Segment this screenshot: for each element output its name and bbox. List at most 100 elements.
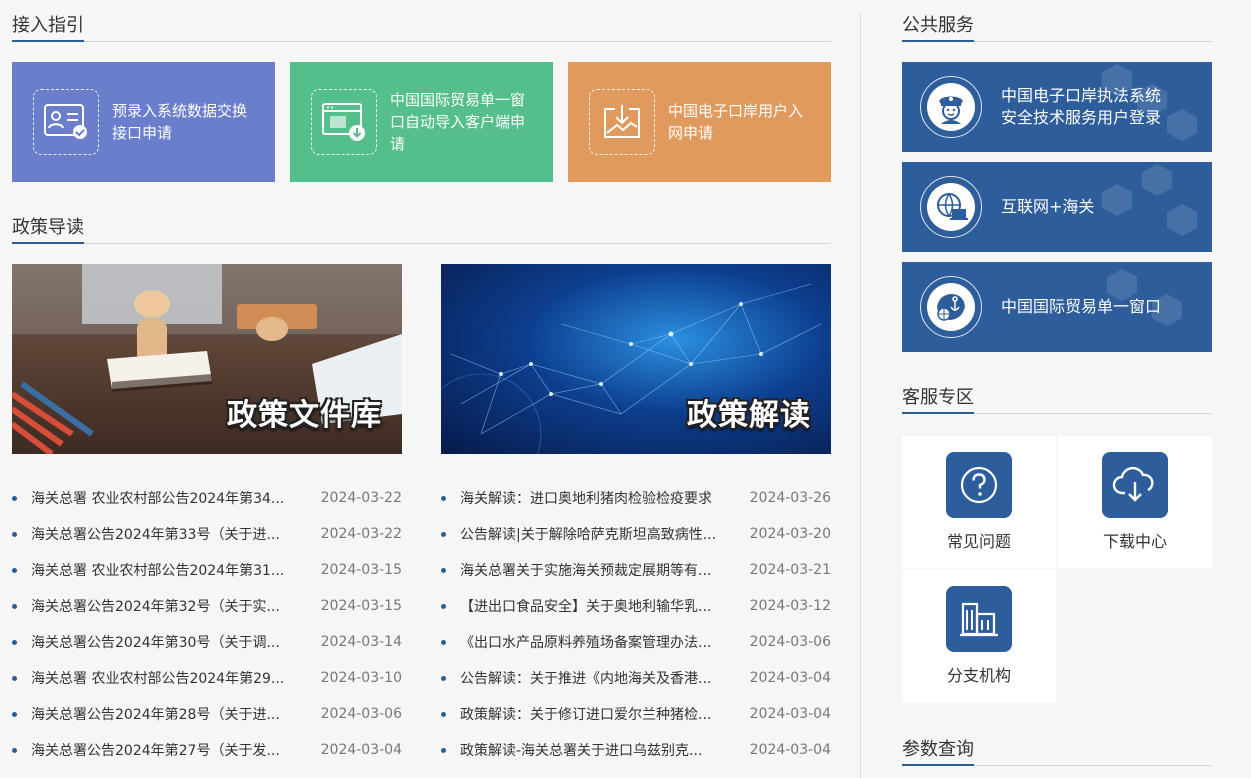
item-title: 海关总署公告2024年第33号（关于进... bbox=[31, 527, 280, 543]
item-title: 海关总署关于实施海关预裁定展期等有... bbox=[460, 563, 712, 579]
list-item[interactable]: 海关总署公告2024年第30号（关于调... 2024-03-14 bbox=[12, 624, 402, 660]
service-label-line1: 互联网+海关 bbox=[1001, 197, 1095, 216]
bullet-icon bbox=[441, 603, 446, 609]
data-exchange-interface-card[interactable]: 预录入系统数据交换接口申请 bbox=[12, 62, 275, 182]
item-title: 海关总署公告2024年第28号（关于进... bbox=[31, 707, 280, 723]
card-label: 预录入系统数据交换接口申请 bbox=[112, 102, 248, 142]
public-services-title: 公共服务 bbox=[902, 11, 974, 42]
access-guide-header: 接入指引 bbox=[12, 0, 831, 42]
column-divider bbox=[860, 12, 861, 778]
item-title: 海关总署公告2024年第27号（关于发... bbox=[31, 743, 280, 759]
access-cards: 预录入系统数据交换接口申请 中国国际贸易单一窗口自动导入客户端申请 中国电子口岸… bbox=[12, 62, 831, 182]
item-title: 海关总署公告2024年第32号（关于实... bbox=[31, 599, 280, 615]
service-label: 互联网+海关 bbox=[1001, 196, 1094, 218]
item-title: 海关解读：进口奥地利猪肉检验检疫要求 bbox=[460, 491, 712, 507]
item-date: 2024-03-06 bbox=[320, 706, 402, 722]
item-date: 2024-03-20 bbox=[749, 526, 831, 542]
list-item[interactable]: 政策解读：关于修订进口爱尔兰种猪检... 2024-03-04 bbox=[441, 696, 831, 732]
access-guide-title: 接入指引 bbox=[12, 11, 84, 42]
list-item[interactable]: 海关解读：进口奥地利猪肉检验检疫要求 2024-03-26 bbox=[441, 480, 831, 516]
hexagon-pattern-icon bbox=[1107, 269, 1182, 326]
item-date: 2024-03-21 bbox=[749, 562, 831, 578]
policy-library-list: 海关总署 农业农村部公告2024年第34... 2024-03-22 海关总署公告… bbox=[12, 480, 402, 768]
item-title: 公告解读：关于推进《内地海关及香港... bbox=[460, 671, 712, 687]
item-title: 海关总署 农业农村部公告2024年第29... bbox=[31, 671, 285, 687]
item-title: 《出口水产品原料养殖场备案管理办法... bbox=[460, 635, 712, 651]
bullet-icon bbox=[441, 747, 446, 753]
bullet-icon bbox=[441, 639, 446, 645]
item-date: 2024-03-14 bbox=[320, 634, 402, 650]
list-item[interactable]: 公告解读|关于解除哈萨克斯坦高致病性... 2024-03-20 bbox=[441, 516, 831, 552]
item-date: 2024-03-10 bbox=[320, 670, 402, 686]
policy-interpretation-banner[interactable]: 政策解读 bbox=[441, 264, 831, 454]
item-date: 2024-03-22 bbox=[320, 526, 402, 542]
police-officer-icon bbox=[920, 76, 982, 138]
bullet-icon bbox=[441, 495, 446, 501]
tray-download-icon bbox=[589, 89, 655, 155]
bullet-icon bbox=[441, 675, 446, 681]
item-date: 2024-03-12 bbox=[749, 598, 831, 614]
customer-service-grid: 常见问题 下载中心 分支机构 bbox=[902, 436, 1212, 702]
list-item[interactable]: 海关总署公告2024年第33号（关于进... 2024-03-22 bbox=[12, 516, 402, 552]
list-item[interactable]: 海关总署公告2024年第32号（关于实... 2024-03-15 bbox=[12, 588, 402, 624]
single-window-trade-link[interactable]: 中国国际贸易单一窗口 bbox=[902, 262, 1212, 352]
policy-library-banner[interactable]: 政策文件库 bbox=[12, 264, 402, 454]
item-date: 2024-03-22 bbox=[320, 490, 402, 506]
bullet-icon bbox=[12, 711, 17, 717]
list-item[interactable]: 海关总署公告2024年第27号（关于发... 2024-03-04 bbox=[12, 732, 402, 768]
item-title: 政策解读-海关总署关于进口乌兹别克... bbox=[460, 743, 703, 759]
item-date: 2024-03-04 bbox=[749, 670, 831, 686]
list-item[interactable]: 公告解读：关于推进《内地海关及香港... 2024-03-04 bbox=[441, 660, 831, 696]
item-date: 2024-03-04 bbox=[320, 742, 402, 758]
list-item[interactable]: 《出口水产品原料养殖场备案管理办法... 2024-03-06 bbox=[441, 624, 831, 660]
public-services-list: 中国电子口岸执法系统 安全技术服务用户登录 互联网+海关 中国国际贸易单一窗口 bbox=[902, 62, 1212, 352]
item-title: 海关总署 农业农村部公告2024年第31... bbox=[31, 563, 285, 579]
e-port-law-enforcement-login[interactable]: 中国电子口岸执法系统 安全技术服务用户登录 bbox=[902, 62, 1212, 152]
single-window-client-card[interactable]: 中国国际贸易单一窗口自动导入客户端申请 bbox=[290, 62, 553, 182]
bullet-icon bbox=[12, 747, 17, 753]
faq-tile[interactable]: 常见问题 bbox=[902, 436, 1056, 568]
public-services-header: 公共服务 bbox=[902, 0, 1212, 42]
list-item[interactable]: 海关总署 农业农村部公告2024年第29... 2024-03-10 bbox=[12, 660, 402, 696]
tile-label: 下载中心 bbox=[1102, 532, 1167, 551]
banner-caption: 政策解读 bbox=[687, 398, 811, 433]
id-card-check-icon bbox=[33, 89, 99, 155]
list-item[interactable]: 海关总署公告2024年第28号（关于进... 2024-03-06 bbox=[12, 696, 402, 732]
params-query-title: 参数查询 bbox=[902, 735, 974, 766]
download-center-tile[interactable]: 下载中心 bbox=[1058, 436, 1212, 568]
left-column: 接入指引 预录入系统数据交换接口申请 中国国际贸易单一窗口自动导入客户端申请 中… bbox=[12, 0, 831, 768]
item-date: 2024-03-15 bbox=[320, 598, 402, 614]
bullet-icon bbox=[12, 495, 17, 501]
bullet-icon bbox=[12, 603, 17, 609]
buildings-icon bbox=[946, 586, 1012, 652]
policy-header: 政策导读 bbox=[12, 202, 831, 244]
customer-service-header: 客服专区 bbox=[902, 372, 1212, 414]
window-download-icon bbox=[311, 89, 377, 155]
bullet-icon bbox=[12, 675, 17, 681]
hexagon-pattern-icon bbox=[1102, 64, 1197, 141]
list-item[interactable]: 海关总署 农业农村部公告2024年第34... 2024-03-22 bbox=[12, 480, 402, 516]
card-label: 中国国际贸易单一窗口自动导入客户端申请 bbox=[390, 91, 526, 153]
item-date: 2024-03-04 bbox=[749, 706, 831, 722]
item-date: 2024-03-15 bbox=[320, 562, 402, 578]
list-item[interactable]: 【进出口食品安全】关于奥地利输华乳... 2024-03-12 bbox=[441, 588, 831, 624]
item-title: 海关总署公告2024年第30号（关于调... bbox=[31, 635, 280, 651]
card-label: 中国电子口岸用户入网申请 bbox=[668, 102, 804, 142]
item-title: 公告解读|关于解除哈萨克斯坦高致病性... bbox=[460, 527, 717, 543]
policy-interpretation-list: 海关解读：进口奥地利猪肉检验检疫要求 2024-03-26 公告解读|关于解除哈萨… bbox=[441, 480, 831, 768]
params-query-header: 参数查询 bbox=[902, 710, 1212, 766]
list-item[interactable]: 海关总署关于实施海关预裁定展期等有... 2024-03-21 bbox=[441, 552, 831, 588]
e-port-user-access-card[interactable]: 中国电子口岸用户入网申请 bbox=[568, 62, 831, 182]
list-item[interactable]: 海关总署 农业农村部公告2024年第31... 2024-03-15 bbox=[12, 552, 402, 588]
item-title: 【进出口食品安全】关于奥地利输华乳... bbox=[460, 599, 712, 615]
bullet-icon bbox=[12, 531, 17, 537]
right-column: 公共服务 中国电子口岸执法系统 安全技术服务用户登录 互联网+海关 中国国际贸易单… bbox=[902, 0, 1212, 766]
item-date: 2024-03-04 bbox=[749, 742, 831, 758]
bullet-icon bbox=[12, 567, 17, 573]
globe-laptop-icon bbox=[920, 176, 982, 238]
list-item[interactable]: 政策解读-海关总署关于进口乌兹别克... 2024-03-04 bbox=[441, 732, 831, 768]
internet-plus-customs-link[interactable]: 互联网+海关 bbox=[902, 162, 1212, 252]
item-date: 2024-03-06 bbox=[749, 634, 831, 650]
hexagon-pattern-icon bbox=[1102, 164, 1197, 236]
branch-offices-tile[interactable]: 分支机构 bbox=[902, 570, 1056, 702]
